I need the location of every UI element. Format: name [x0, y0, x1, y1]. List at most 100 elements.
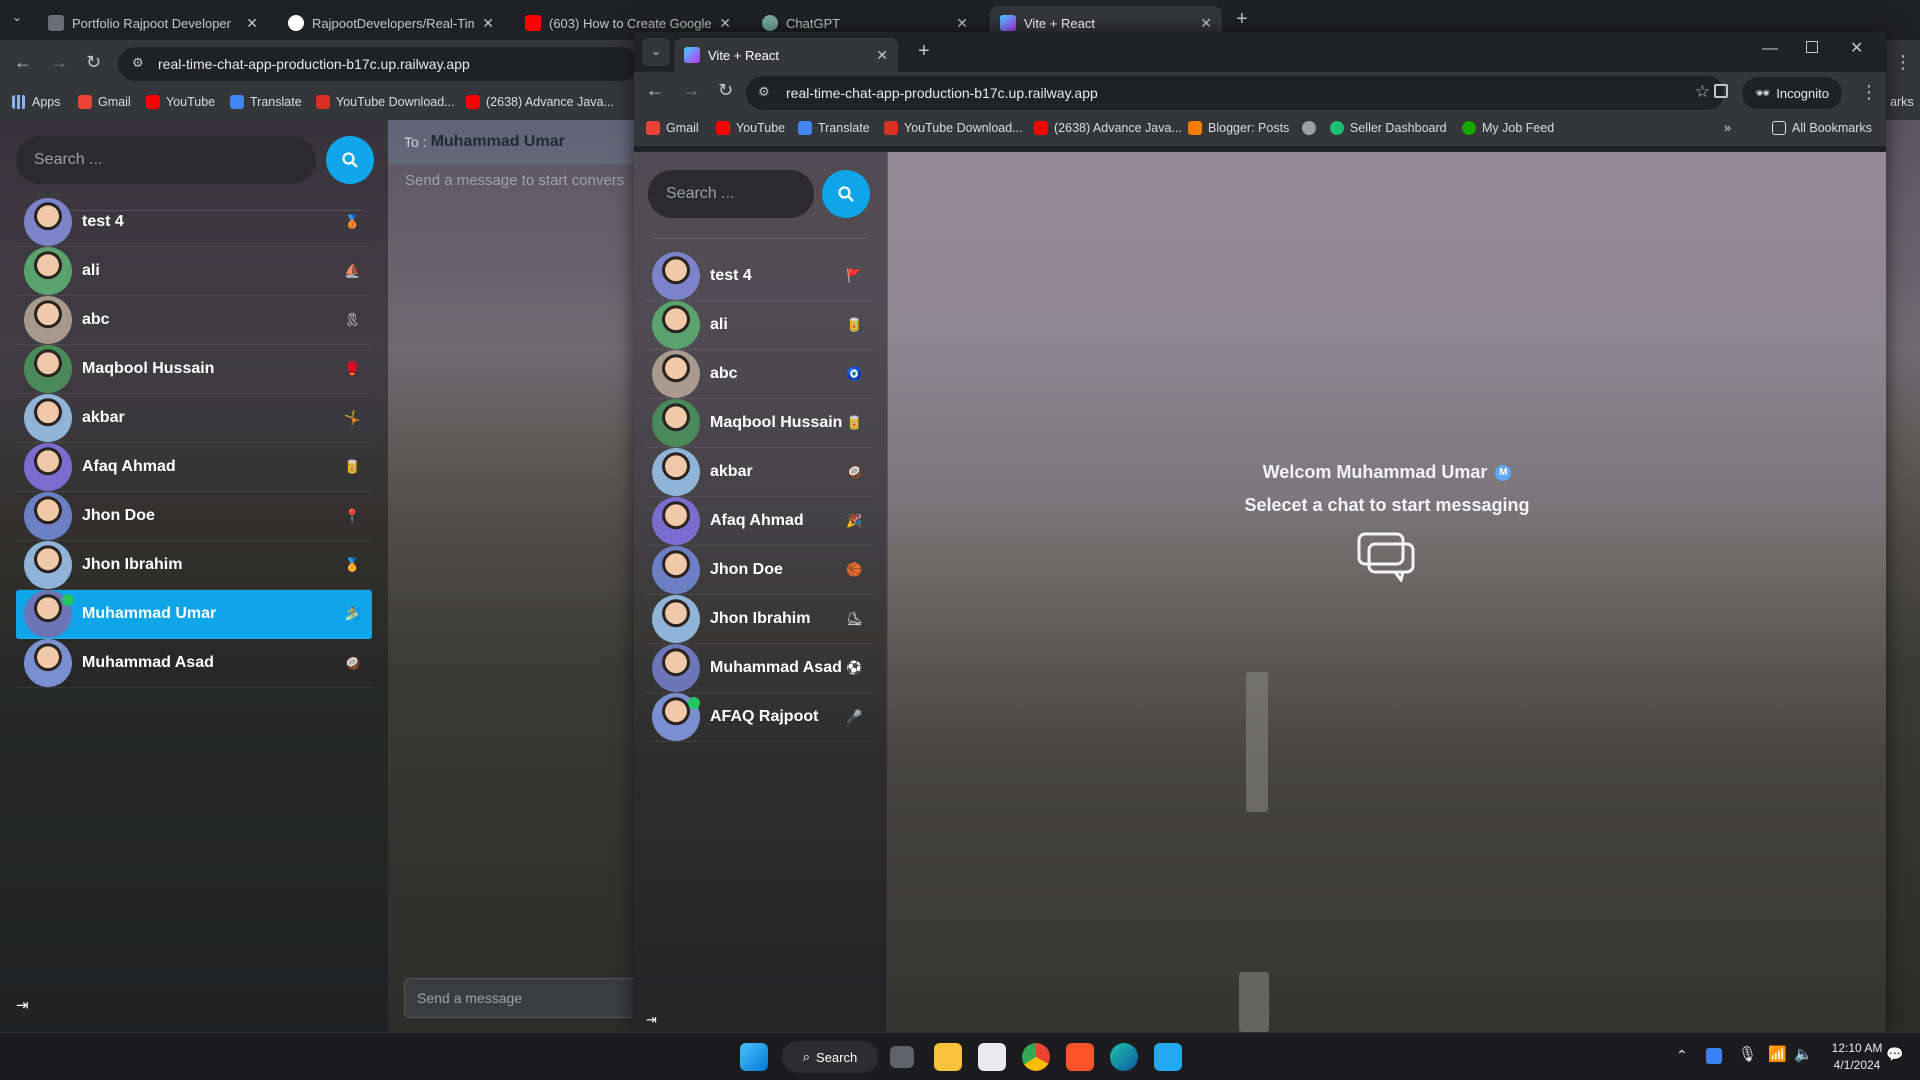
- road-marking: [1246, 672, 1268, 812]
- reload-icon[interactable]: ↻: [86, 52, 101, 73]
- bookmark-apps[interactable]: Apps: [12, 95, 61, 109]
- avatar: [652, 546, 700, 594]
- conversation-item[interactable]: akbar 🤸: [16, 394, 372, 443]
- back-tab-1[interactable]: RajpootDevelopers/Real-Time- ✕: [278, 6, 504, 40]
- tray-shield-icon[interactable]: [1706, 1048, 1722, 1064]
- bookmark-more[interactable]: arks: [1890, 95, 1914, 109]
- conversation-item[interactable]: abc 🎗: [16, 296, 372, 345]
- store-icon[interactable]: [978, 1043, 1006, 1071]
- bookmark-youtube-download[interactable]: YouTube Download...: [884, 121, 1023, 135]
- maximize-icon[interactable]: [1806, 41, 1818, 53]
- tab-search-chevron-icon[interactable]: ⌄: [642, 38, 670, 66]
- side-panel-icon[interactable]: [1714, 84, 1728, 98]
- conversation-item[interactable]: ali 🥫: [646, 301, 872, 350]
- close-tab-icon[interactable]: ✕: [956, 15, 968, 32]
- vscode-icon[interactable]: [1154, 1043, 1182, 1071]
- conversation-emoji: ⚽: [846, 660, 863, 675]
- site-info-icon[interactable]: ⚙: [132, 55, 144, 71]
- conversation-item[interactable]: Jhon Doe 📍: [16, 492, 372, 541]
- welcome-heading: Welcom Muhammad Umar M: [888, 462, 1886, 483]
- conversation-item[interactable]: test 4 🚩: [646, 252, 872, 301]
- menu-dots-icon[interactable]: ⋮: [1860, 82, 1878, 103]
- conversation-emoji: ⛵: [344, 263, 361, 278]
- logout-icon[interactable]: ⇥: [646, 1012, 657, 1028]
- tray-chevron-icon[interactable]: ⌃: [1676, 1047, 1688, 1064]
- back-arrow-icon[interactable]: ←: [14, 52, 32, 73]
- bookmark-advance-java[interactable]: (2638) Advance Java...: [466, 95, 614, 109]
- task-view-icon[interactable]: [890, 1046, 914, 1068]
- bookmark-seller-dashboard[interactable]: Seller Dashboard: [1330, 121, 1447, 135]
- conversation-name: Jhon Ibrahim: [710, 610, 811, 627]
- tab-search-chevron-icon[interactable]: ⌄: [12, 10, 22, 24]
- site-info-icon[interactable]: ⚙: [758, 84, 770, 100]
- close-tab-icon[interactable]: ✕: [246, 15, 258, 32]
- bookmark-translate[interactable]: Translate: [798, 121, 870, 135]
- bookmark-youtube-download[interactable]: YouTube Download...: [316, 95, 455, 109]
- windows-start-icon[interactable]: [740, 1043, 768, 1071]
- conversation-item[interactable]: abc 🧿: [646, 350, 872, 399]
- conversation-item[interactable]: Muhammad Asad ⚽: [646, 644, 872, 693]
- bookmark-blogger[interactable]: Blogger: Posts: [1188, 121, 1289, 135]
- conversation-item[interactable]: Muhammad Umar 🏄: [16, 590, 372, 639]
- microphone-icon[interactable]: 🎙: [1738, 1045, 1757, 1063]
- tab-title: Portfolio Rajpoot Developer: [72, 15, 231, 31]
- file-explorer-icon[interactable]: [934, 1043, 962, 1071]
- brave-icon[interactable]: [1066, 1043, 1094, 1071]
- notification-icon[interactable]: 💬: [1886, 1046, 1903, 1063]
- close-tab-icon[interactable]: ✕: [719, 15, 731, 32]
- conversation-item[interactable]: ali ⛵: [16, 247, 372, 296]
- conversation-item[interactable]: test 4 🥉: [16, 198, 372, 247]
- bookmark-advance-java[interactable]: (2638) Advance Java...: [1034, 121, 1182, 135]
- bookmark-translate[interactable]: Translate: [230, 95, 302, 109]
- bookmark-youtube[interactable]: YouTube: [716, 121, 785, 135]
- all-bookmarks[interactable]: All Bookmarks: [1772, 121, 1872, 135]
- back-arrow-icon[interactable]: ←: [646, 80, 664, 101]
- back-search-input[interactable]: Search ...: [16, 136, 316, 184]
- forward-arrow-icon[interactable]: →: [682, 80, 700, 101]
- taskbar-search[interactable]: ⌕ Search: [782, 1041, 878, 1073]
- close-tab-icon[interactable]: ✕: [876, 47, 888, 64]
- new-tab-icon[interactable]: +: [918, 40, 930, 63]
- bookmark-my-job-feed[interactable]: My Job Feed: [1462, 121, 1554, 135]
- bookmark-gmail[interactable]: Gmail: [646, 121, 699, 135]
- bookmark-globe[interactable]: [1302, 121, 1316, 135]
- minimize-icon[interactable]: —: [1762, 40, 1778, 58]
- menu-dots-icon[interactable]: ⋮: [1894, 52, 1912, 73]
- chrome-icon[interactable]: [1022, 1043, 1050, 1071]
- close-window-icon[interactable]: ✕: [1850, 38, 1863, 58]
- close-tab-icon[interactable]: ✕: [482, 15, 494, 32]
- conversation-item[interactable]: Maqbool Hussain 🥫: [646, 399, 872, 448]
- front-search-input[interactable]: Search ...: [648, 170, 814, 218]
- back-tab-0[interactable]: Portfolio Rajpoot Developer ✕: [38, 6, 268, 40]
- conversation-item[interactable]: AFAQ Rajpoot 🎤: [646, 693, 872, 742]
- bookmark-youtube[interactable]: YouTube: [146, 95, 215, 109]
- wifi-icon[interactable]: 📶: [1768, 1045, 1787, 1063]
- new-tab-icon[interactable]: +: [1236, 8, 1248, 31]
- back-address-bar[interactable]: ⚙ real-time-chat-app-production-b17c.up.…: [118, 47, 638, 81]
- front-search-button[interactable]: [822, 170, 870, 218]
- conversation-item[interactable]: Jhon Doe 🏀: [646, 546, 872, 595]
- bookmarks-overflow-icon[interactable]: »: [1724, 121, 1731, 135]
- close-tab-icon[interactable]: ✕: [1200, 15, 1212, 32]
- conversation-item[interactable]: Afaq Ahmad 🎉: [646, 497, 872, 546]
- bookmark-star-icon[interactable]: ☆: [1695, 82, 1710, 102]
- conversation-item[interactable]: Afaq Ahmad 🥫: [16, 443, 372, 492]
- front-tab-vite[interactable]: Vite + React ✕: [674, 38, 898, 72]
- logout-icon[interactable]: ⇥: [16, 996, 29, 1014]
- forward-arrow-icon[interactable]: →: [50, 52, 68, 73]
- back-search-button[interactable]: [326, 136, 374, 184]
- bookmark-gmail[interactable]: Gmail: [78, 95, 131, 109]
- reload-icon[interactable]: ↻: [718, 80, 733, 101]
- incognito-badge[interactable]: 🕶 Incognito: [1742, 77, 1842, 109]
- edge-icon[interactable]: [1110, 1043, 1138, 1071]
- conversation-item[interactable]: Jhon Ibrahim ⛸: [646, 595, 872, 644]
- clock[interactable]: 12:10 AM 4/1/2024: [1820, 1040, 1894, 1074]
- conversation-item[interactable]: Muhammad Asad 🥥: [16, 639, 372, 688]
- volume-icon[interactable]: 🔈: [1794, 1045, 1813, 1063]
- back-message-input[interactable]: Send a message: [404, 978, 644, 1018]
- conversation-name: Maqbool Hussain: [82, 360, 215, 377]
- front-address-bar[interactable]: ⚙ real-time-chat-app-production-b17c.up.…: [746, 76, 1724, 110]
- conversation-item[interactable]: Maqbool Hussain 🥊: [16, 345, 372, 394]
- conversation-item[interactable]: akbar 🥥: [646, 448, 872, 497]
- conversation-item[interactable]: Jhon Ibrahim 🏅: [16, 541, 372, 590]
